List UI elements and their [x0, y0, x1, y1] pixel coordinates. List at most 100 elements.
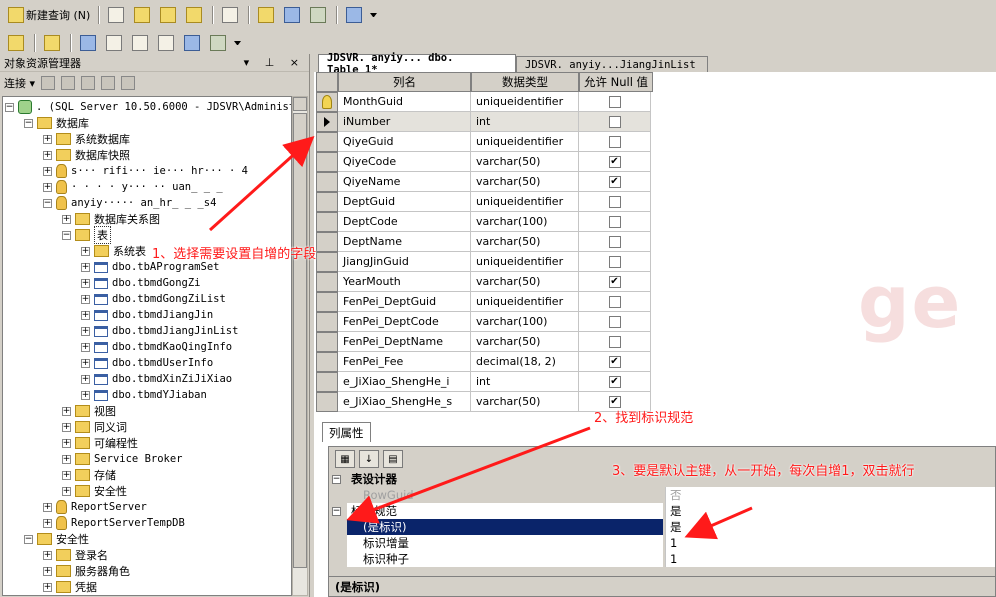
tree-node-systables[interactable]: + 系统表 [81, 243, 146, 259]
data-type-cell[interactable]: int [471, 112, 579, 132]
column-name-cell[interactable]: DeptCode [338, 212, 471, 232]
expand-icon[interactable]: + [81, 246, 90, 256]
column-name-cell[interactable]: iNumber [338, 112, 471, 132]
tree-node-security_db[interactable]: + 安全性 [62, 483, 127, 499]
expand-icon[interactable]: + [62, 214, 71, 224]
column-row[interactable]: QiyeName varchar(50) ✔ [314, 172, 654, 192]
expand-icon[interactable]: + [81, 294, 90, 304]
tree-node-db2[interactable]: + · · · · y··· ·· uan_ _ _ [43, 179, 223, 195]
collapse-icon[interactable]: − [62, 230, 71, 240]
panel-controls[interactable]: ▾ ⊥ × [244, 56, 305, 69]
allow-null-checkbox[interactable]: ✔ [608, 375, 621, 388]
scroll-up-arrow[interactable] [293, 97, 307, 111]
property-value[interactable]: 1 [665, 535, 995, 551]
column-name-cell[interactable]: FenPei_DeptGuid [338, 292, 471, 312]
column-name-cell[interactable]: DeptName [338, 232, 471, 252]
data-type-cell[interactable]: uniqueidentifier [471, 292, 579, 312]
column-row[interactable]: FenPei_DeptName varchar(50) [314, 332, 654, 352]
data-type-cell[interactable]: uniqueidentifier [471, 92, 579, 112]
expand-icon[interactable]: + [81, 326, 90, 336]
tree-node-programmability[interactable]: + 可编程性 [62, 435, 138, 451]
connect-object-icon[interactable] [41, 76, 56, 90]
collapse-icon[interactable]: − [24, 118, 33, 128]
allow-null-header[interactable]: 允许 Null 值 [579, 72, 653, 92]
expand-icon[interactable]: + [81, 262, 90, 272]
property-value[interactable]: 是 [665, 503, 995, 519]
tree-node-tables[interactable]: − 表 [62, 226, 111, 244]
column-row[interactable]: iNumber int [314, 112, 654, 132]
column-name-header[interactable]: 列名 [338, 72, 471, 92]
column-row[interactable]: YearMouth varchar(50) ✔ [314, 272, 654, 292]
column-row[interactable]: FenPei_Fee decimal(18, 2) ✔ [314, 352, 654, 372]
property-value[interactable]: 否 [665, 487, 995, 503]
allow-null-checkbox[interactable] [608, 115, 621, 128]
expand-icon[interactable]: + [43, 550, 52, 560]
property-row[interactable]: − 标识规范是 [329, 503, 995, 519]
expand-icon[interactable]: + [81, 358, 90, 368]
row-selector[interactable] [316, 232, 338, 252]
tree-node-t2[interactable]: + dbo.tbmdGongZi [81, 275, 201, 291]
mdx-query-button[interactable] [130, 5, 156, 25]
row-selector[interactable] [316, 112, 338, 132]
allow-null-checkbox[interactable]: ✔ [608, 175, 621, 188]
data-type-cell[interactable]: varchar(50) [471, 392, 579, 412]
collapse-icon[interactable]: − [332, 474, 341, 484]
expand-icon[interactable]: + [62, 422, 71, 432]
activity-monitor-button[interactable] [342, 5, 368, 25]
open-file-button[interactable] [254, 5, 280, 25]
check-constraints-button[interactable] [180, 33, 206, 53]
tree-node-db1[interactable]: + s··· rifi··· ie··· hr··· · 4 [43, 163, 248, 179]
expand-icon[interactable]: + [62, 470, 71, 480]
collapse-icon[interactable]: − [43, 198, 52, 208]
new-file-button[interactable] [104, 5, 130, 25]
column-name-cell[interactable]: MonthGuid [338, 92, 471, 112]
tree-node-t7[interactable]: + dbo.tbmdUserInfo [81, 355, 213, 371]
allow-null-checkbox[interactable] [608, 135, 621, 148]
expand-icon[interactable]: + [43, 518, 52, 528]
row-selector[interactable] [316, 252, 338, 272]
tree-node-t6[interactable]: + dbo.tbmdKaoQingInfo [81, 339, 232, 355]
row-selector[interactable] [316, 312, 338, 332]
set-primary-key-button[interactable] [40, 33, 66, 53]
data-type-cell[interactable]: int [471, 372, 579, 392]
column-row[interactable]: QiyeCode varchar(50) ✔ [314, 152, 654, 172]
column-name-cell[interactable]: YearMouth [338, 272, 471, 292]
expand-icon[interactable]: + [81, 278, 90, 288]
column-row[interactable]: e_JiXiao_ShengHe_i int ✔ [314, 372, 654, 392]
tree-node-synonyms[interactable]: + 同义词 [62, 419, 127, 435]
row-selector[interactable] [316, 132, 338, 152]
allow-null-checkbox[interactable] [608, 315, 621, 328]
refresh-icon[interactable] [121, 76, 136, 90]
column-row[interactable]: QiyeGuid uniqueidentifier [314, 132, 654, 152]
alphabetical-sort-button[interactable]: ↓ [359, 450, 379, 468]
tree-node-db3[interactable]: − anyiy····· an_hr_ _ _s4 [43, 195, 216, 211]
expand-icon[interactable]: + [43, 566, 52, 576]
column-name-cell[interactable]: JiangJinGuid [338, 252, 471, 272]
column-name-cell[interactable]: DeptGuid [338, 192, 471, 212]
spatial-index-button[interactable] [206, 33, 232, 53]
data-type-cell[interactable]: varchar(50) [471, 272, 579, 292]
new-query-button[interactable]: 新建查询 (N) [4, 5, 94, 25]
expand-icon[interactable]: + [43, 150, 52, 160]
new-project-button[interactable] [218, 5, 244, 25]
tree-node-t9[interactable]: + dbo.tbmdYJiaban [81, 387, 207, 403]
allow-null-checkbox[interactable]: ✔ [608, 395, 621, 408]
data-type-cell[interactable]: varchar(50) [471, 332, 579, 352]
tree-scrollbar[interactable] [292, 96, 308, 596]
tree-node-t3[interactable]: + dbo.tbmdGongZiList [81, 291, 226, 307]
scroll-thumb[interactable] [293, 113, 307, 568]
generate-script-button[interactable] [4, 33, 30, 53]
row-selector[interactable] [316, 332, 338, 352]
xml-index-button[interactable] [154, 33, 180, 53]
row-selector[interactable] [316, 192, 338, 212]
allow-null-checkbox[interactable] [608, 295, 621, 308]
row-selector[interactable] [316, 92, 338, 112]
tree-node-rs[interactable]: + ReportServer [43, 499, 147, 515]
column-name-cell[interactable]: QiyeGuid [338, 132, 471, 152]
data-type-cell[interactable]: uniqueidentifier [471, 132, 579, 152]
dmx-query-button[interactable] [156, 5, 182, 25]
save-button[interactable] [280, 5, 306, 25]
row-selector[interactable] [316, 172, 338, 192]
tab-table-designer[interactable]: JDSVR. anyiy... dbo. Table_1* [318, 52, 516, 76]
allow-null-checkbox[interactable] [608, 195, 621, 208]
